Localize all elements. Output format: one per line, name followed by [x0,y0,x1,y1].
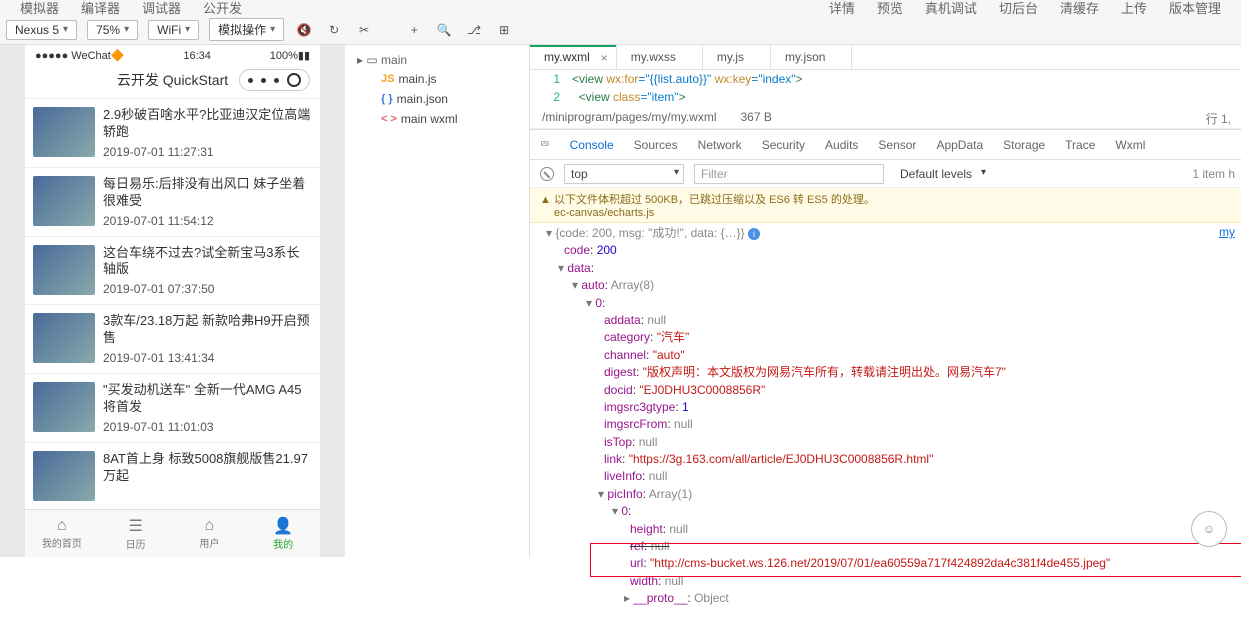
tab-sensor[interactable]: Sensor [878,138,916,152]
rotate-icon[interactable]: ↻ [324,23,344,37]
zoom-select[interactable]: 75% [87,20,138,40]
battery-icon: ▮▮ [298,49,310,62]
top-menu-left: 模拟器 编译器 调试器 公开发 [20,0,242,17]
tab-trace[interactable]: Trace [1065,138,1095,152]
person-icon: 👤 [273,516,293,536]
tab-audits[interactable]: Audits [825,138,858,152]
tab-console[interactable]: Console [570,138,614,152]
branch-icon[interactable]: ⎇ [464,23,484,37]
file-main-json[interactable]: { }main.json [349,89,525,109]
assistant-bubble[interactable]: ☺ [1191,511,1227,547]
app-top-menu: 模拟器 编译器 调试器 公开发 详情 预览 真机调试 切后台 清缓存 上传 版本… [0,0,1241,15]
list-item: 每日易乐:后排没有出风口 妹子坐着很难受2019-07-01 11:54:12 [25,168,320,237]
more-icon[interactable] [248,78,253,83]
menu-publish[interactable]: 公开发 [203,0,242,17]
tab-storage[interactable]: Storage [1003,138,1045,152]
source-link[interactable]: my [1219,225,1235,239]
levels-select[interactable]: Default levels [894,165,990,183]
list-item: 这台车绕不过去?试全新宝马3系长轴版2019-07-01 07:37:50 [25,237,320,306]
simulator-pane: ●●●●● WeChat🔶 16:34 100% ▮▮ 云开发 QuickSta… [0,45,345,557]
add-icon[interactable]: + [404,23,424,37]
menu-version[interactable]: 版本管理 [1169,0,1221,17]
search-icon[interactable]: 🔍 [434,23,454,37]
menu-compiler[interactable]: 编译器 [81,0,120,17]
devtools-tabs: ⮹ Console Sources Network Security Audit… [530,130,1241,160]
user-icon: ⌂ [205,517,215,535]
face-icon: ☺ [1203,522,1215,536]
close-icon[interactable]: × [601,51,608,65]
list-item: "买发动机送车" 全新一代AMG A45将首发2019-07-01 11:01:… [25,374,320,443]
news-feed[interactable]: 2.9秒破百啥水平?比亚迪汉定位高端轿跑2019-07-01 11:27:31 … [25,98,320,509]
top-menu-right: 详情 预览 真机调试 切后台 清缓存 上传 版本管理 [829,0,1221,17]
menu-preview[interactable]: 预览 [877,0,903,17]
code-editor[interactable]: 1<view wx:for="{{list.auto}}" wx:key="in… [530,70,1241,106]
signal-text: ●●●●● WeChat🔶 [35,49,125,62]
network-select[interactable]: WiFi [148,20,199,40]
cut-icon[interactable]: ✂ [354,23,374,37]
menu-bg[interactable]: 切后台 [999,0,1038,17]
context-select[interactable]: top [564,164,684,184]
tab-mine[interactable]: 👤我的 [246,510,320,557]
menu-upload[interactable]: 上传 [1121,0,1147,17]
explorer-folder[interactable]: ▸ ▭ main [357,53,407,67]
device-select[interactable]: Nexus 5 [6,20,77,40]
tab-my-js[interactable]: my.js [703,45,771,69]
tab-my-wxss[interactable]: my.wxss [617,45,703,69]
list-item: 2.9秒破百啥水平?比亚迪汉定位高端轿跑 2019-07-01 11:27:31 [25,99,320,168]
status-time: 16:34 [125,50,270,62]
menu-cache[interactable]: 清缓存 [1060,0,1099,17]
tab-appdata[interactable]: AppData [936,138,983,152]
home-icon: ⌂ [57,517,67,535]
tab-network[interactable]: Network [698,138,742,152]
menu-remote[interactable]: 真机调试 [925,0,977,17]
tab-security[interactable]: Security [762,138,805,152]
tab-user[interactable]: ⌂用户 [173,510,247,557]
panel-icon[interactable]: ⊞ [494,23,514,37]
item-date: 2019-07-01 11:27:31 [103,145,312,159]
console-output[interactable]: my {code: 200, msg: "成功!", data: {…}} i … [530,223,1241,610]
page-header: 云开发 QuickStart [25,66,320,98]
inspect-icon[interactable]: ⮹ [540,137,550,152]
battery-text: 100% [270,50,298,62]
tab-my-json[interactable]: my.json [771,45,852,69]
editor-tabs: my.wxml× my.wxss my.js my.json [530,45,1241,70]
calendar-icon: ☰ [128,516,142,536]
sim-ops-select[interactable]: 模拟操作 [209,18,284,41]
tab-bar: ⌂我的首页 ☰日历 ⌂用户 👤我的 [25,509,320,557]
tab-wxml[interactable]: Wxml [1115,138,1145,152]
page-title: 云开发 QuickStart [117,70,228,90]
menu-simulator[interactable]: 模拟器 [20,0,59,17]
devtools-panel: ⮹ Console Sources Network Security Audit… [530,129,1241,610]
capsule-button[interactable] [239,69,310,91]
info-icon[interactable]: i [748,228,760,240]
mute-icon[interactable]: 🔇 [294,23,314,37]
tab-sources[interactable]: Sources [634,138,678,152]
cursor-pos: 行 1, [1206,110,1231,127]
tab-home[interactable]: ⌂我的首页 [25,510,99,557]
file-main-wxml[interactable]: < >main wxml [349,109,525,129]
file-main-js[interactable]: JSmain.js [349,69,525,89]
highlight-box [590,543,1241,577]
menu-detail[interactable]: 详情 [829,0,855,17]
tab-my-wxml[interactable]: my.wxml× [530,45,617,69]
simulator-toolbar: Nexus 5 75% WiFi 模拟操作 🔇 ↻ ✂ + 🔍 ⎇ ⊞ [0,15,1241,45]
list-item: 8AT首上身 标致5008旗舰版售21.97万起 [25,443,320,509]
phone-status-bar: ●●●●● WeChat🔶 16:34 100% ▮▮ [25,45,320,66]
list-item: 3款车/23.18万起 新款哈弗H9开启预售2019-07-01 13:41:3… [25,305,320,374]
item-title: 2.9秒破百啥水平?比亚迪汉定位高端轿跑 [103,107,312,141]
thumb-image [33,107,95,157]
tab-calendar[interactable]: ☰日历 [99,510,173,557]
menu-debugger[interactable]: 调试器 [142,0,181,17]
clear-console-icon[interactable] [540,167,554,181]
breadcrumb: /miniprogram/pages/my/my.wxml367 B 行 1, [530,106,1241,129]
items-count: 1 item h [1192,167,1235,181]
close-miniapp-icon[interactable] [287,73,301,87]
filter-input[interactable]: Filter [694,164,884,184]
console-warning: ▲ 以下文件体积超过 500KB，已跳过压缩以及 ES6 转 ES5 的处理。 … [530,188,1241,223]
file-explorer: ▸ ▭ main JSmain.js { }main.json < >main … [345,45,530,557]
